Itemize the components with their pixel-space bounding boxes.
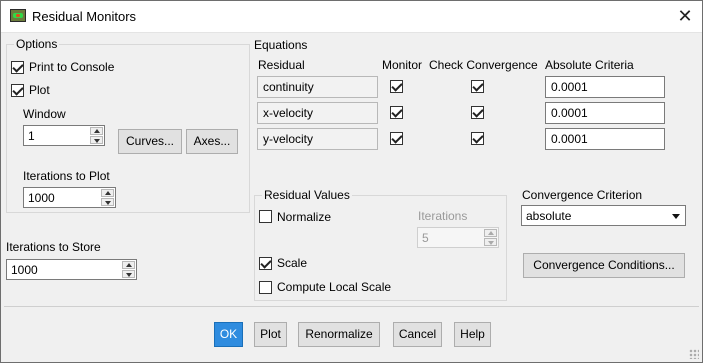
absolute-criteria-column-header: Absolute Criteria (545, 58, 634, 72)
iterations-to-store-decrement-button[interactable] (122, 270, 135, 278)
convergence-criterion-label: Convergence Criterion (522, 188, 643, 202)
iterations-value: 5 (422, 231, 429, 245)
options-legend: Options (14, 37, 60, 51)
check-convergence-checkbox[interactable] (471, 106, 484, 119)
ok-button[interactable]: OK (214, 322, 243, 347)
axes-button[interactable]: Axes... (186, 129, 238, 154)
help-button[interactable]: Help (454, 322, 491, 347)
iterations-to-store-increment-button[interactable] (122, 261, 135, 269)
equations-title: Equations (254, 38, 308, 52)
monitor-checkbox[interactable] (390, 106, 403, 119)
iterations-to-plot-decrement-button[interactable] (101, 198, 114, 206)
window-increment-button[interactable] (90, 127, 103, 135)
window-title: Residual Monitors (32, 9, 137, 24)
scale-checkbox[interactable] (259, 257, 272, 270)
print-to-console-checkbox[interactable] (11, 61, 24, 74)
residual-name-field: x-velocity (257, 102, 378, 124)
monitor-checkbox[interactable] (390, 80, 403, 93)
iterations-to-plot-increment-button[interactable] (101, 189, 114, 197)
compute-local-scale-label: Compute Local Scale (277, 280, 392, 294)
convergence-criterion-select[interactable]: absolute (521, 205, 686, 226)
residual-monitors-dialog: Residual Monitors ✕ Options Print to Con… (0, 0, 703, 363)
check-convergence-checkbox[interactable] (471, 132, 484, 145)
print-to-console-label: Print to Console (29, 60, 115, 74)
monitor-column-header: Monitor (382, 58, 423, 72)
window-spinner[interactable]: 1 (23, 125, 105, 146)
chevron-down-icon (669, 208, 683, 223)
residual-name-field: y-velocity (257, 128, 378, 150)
check-convergence-column-header: Check Convergence (429, 58, 538, 72)
iterations-decrement-button[interactable] (484, 238, 497, 246)
compute-local-scale-checkbox[interactable] (259, 281, 272, 294)
absolute-criteria-input[interactable]: 0.0001 (545, 76, 665, 98)
plot-button[interactable]: Plot (254, 322, 287, 347)
window-label: Window (23, 107, 66, 121)
iterations-to-plot-spinner[interactable]: 1000 (23, 187, 116, 208)
cancel-button[interactable]: Cancel (393, 322, 442, 347)
iterations-to-store-value: 1000 (11, 263, 38, 277)
monitor-checkbox[interactable] (390, 132, 403, 145)
iterations-spinner[interactable]: 5 (417, 227, 499, 248)
absolute-criteria-input[interactable]: 0.0001 (545, 102, 665, 124)
close-button[interactable]: ✕ (674, 6, 696, 26)
window-value: 1 (28, 129, 35, 143)
residual-values-legend: Residual Values (262, 188, 352, 202)
resize-grip[interactable] (689, 349, 699, 359)
convergence-criterion-value: absolute (526, 209, 572, 223)
scale-label: Scale (277, 256, 308, 270)
iterations-to-store-spinner[interactable]: 1000 (6, 259, 137, 280)
fluent-app-icon (10, 9, 26, 22)
normalize-checkbox[interactable] (259, 210, 272, 223)
title-bar: Residual Monitors ✕ (1, 1, 702, 33)
normalize-label: Normalize (277, 210, 332, 224)
convergence-conditions-button[interactable]: Convergence Conditions... (523, 253, 685, 278)
residual-column-header: Residual (258, 58, 305, 72)
close-icon: ✕ (677, 6, 693, 26)
iterations-label: Iterations (418, 209, 468, 223)
curves-button[interactable]: Curves... (118, 129, 182, 154)
window-decrement-button[interactable] (90, 136, 103, 144)
plot-checkbox[interactable] (11, 84, 24, 97)
check-convergence-checkbox[interactable] (471, 80, 484, 93)
iterations-to-plot-label: Iterations to Plot (23, 169, 110, 183)
absolute-criteria-input[interactable]: 0.0001 (545, 128, 665, 150)
iterations-to-plot-value: 1000 (28, 191, 55, 205)
plot-label: Plot (29, 83, 50, 97)
footer-separator (4, 306, 699, 307)
iterations-increment-button[interactable] (484, 229, 497, 237)
iterations-to-store-label: Iterations to Store (6, 240, 101, 254)
renormalize-button[interactable]: Renormalize (298, 322, 380, 347)
residual-name-field: continuity (257, 76, 378, 98)
